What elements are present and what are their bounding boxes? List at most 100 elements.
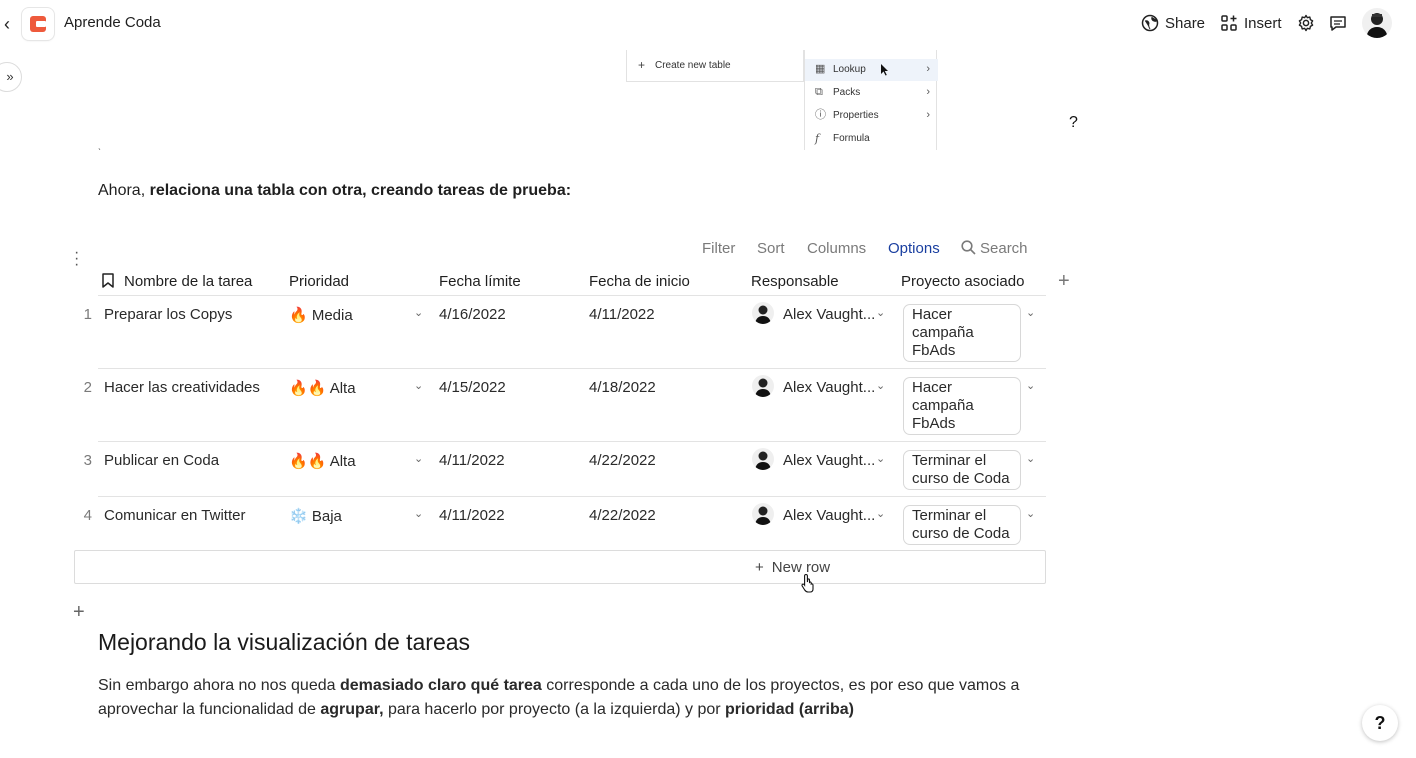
menu-item-properties: ⓘ Properties › bbox=[805, 105, 938, 127]
table-row[interactable]: 1 Preparar los Copys 🔥 Media ⌄ 4/16/2022… bbox=[84, 296, 1046, 369]
column-header[interactable]: Fecha de inicio bbox=[589, 273, 690, 290]
column-header[interactable]: Proyecto asociado bbox=[901, 273, 1024, 290]
chevron-down-icon[interactable]: ⌄ bbox=[414, 306, 423, 319]
priority-select[interactable]: 🔥🔥 Alta bbox=[289, 452, 356, 470]
menu-item-formula: f Formula bbox=[805, 128, 938, 150]
table-row[interactable]: 3 Publicar en Coda 🔥🔥 Alta ⌄ 4/11/2022 4… bbox=[84, 442, 1046, 497]
column-header[interactable]: Fecha límite bbox=[439, 273, 521, 290]
section-heading: Mejorando la visualización de tareas bbox=[98, 629, 471, 655]
table-icon: ▦ bbox=[815, 63, 826, 75]
task-name[interactable]: Hacer las creatividades bbox=[104, 379, 260, 396]
priority-select[interactable]: 🔥🔥 Alta bbox=[289, 379, 356, 397]
intro-bold: relaciona una tabla con otra, creando ta… bbox=[149, 182, 572, 199]
avatar bbox=[752, 448, 774, 470]
columns-button[interactable]: Columns bbox=[807, 240, 866, 257]
section-paragraph: Sin embargo ahora no nos queda demasiado… bbox=[98, 674, 1058, 722]
project-chip[interactable]: Hacer campaña FbAds bbox=[903, 304, 1021, 362]
priority-select[interactable]: 🔥 Media bbox=[289, 306, 353, 324]
chevron-right-icon: › bbox=[926, 63, 930, 75]
menu-item-label: Packs bbox=[833, 87, 861, 98]
grid-plus-icon bbox=[1221, 15, 1237, 31]
info-icon: ⓘ bbox=[815, 109, 826, 121]
paragraph-bold: agrupar, bbox=[320, 701, 384, 718]
owner-name[interactable]: Alex Vaught... bbox=[783, 452, 875, 469]
top-bar: ‹ Aprende Coda Share Insert bbox=[0, 0, 1416, 48]
create-table-item: + Create new table bbox=[626, 50, 804, 82]
settings-button[interactable] bbox=[1297, 14, 1315, 32]
puzzle-icon: ⧉ bbox=[815, 86, 823, 98]
filter-button[interactable]: Filter bbox=[702, 240, 735, 257]
chevron-down-icon[interactable]: ⌄ bbox=[876, 452, 885, 465]
row-number: 3 bbox=[83, 452, 92, 469]
comment-icon bbox=[1330, 16, 1346, 31]
chevron-right-icon: › bbox=[926, 109, 930, 121]
sort-button[interactable]: Sort bbox=[757, 240, 785, 257]
tasks-table: Nombre de la tarea Prioridad Fecha límit… bbox=[74, 266, 1070, 551]
gear-icon bbox=[1298, 14, 1314, 32]
row-number: 1 bbox=[83, 306, 92, 323]
deadline-date[interactable]: 4/15/2022 bbox=[439, 379, 506, 396]
bookmark-icon bbox=[102, 273, 114, 288]
expand-sidebar-icon[interactable]: » bbox=[0, 62, 22, 92]
start-date[interactable]: 4/22/2022 bbox=[589, 452, 656, 469]
project-chip[interactable]: Hacer campaña FbAds bbox=[903, 377, 1021, 435]
project-chip[interactable]: Terminar el curso de Coda bbox=[903, 505, 1021, 545]
row-number: 4 bbox=[83, 507, 92, 524]
chevron-down-icon[interactable]: ⌄ bbox=[414, 507, 423, 520]
start-date[interactable]: 4/22/2022 bbox=[589, 507, 656, 524]
start-date[interactable]: 4/18/2022 bbox=[589, 379, 656, 396]
task-name[interactable]: Publicar en Coda bbox=[104, 452, 219, 469]
paragraph-bold: prioridad (arriba) bbox=[725, 701, 854, 718]
paragraph-bold: demasiado claro qué tarea bbox=[339, 677, 542, 694]
chevron-down-icon[interactable]: ⌄ bbox=[414, 379, 423, 392]
menu-item-label: Lookup bbox=[833, 64, 866, 75]
chevron-down-icon[interactable]: ⌄ bbox=[876, 379, 885, 392]
deadline-date[interactable]: 4/11/2022 bbox=[439, 452, 505, 469]
chevron-down-icon[interactable]: ⌄ bbox=[414, 452, 423, 465]
share-label: Share bbox=[1165, 14, 1206, 32]
pointer-cursor-icon bbox=[881, 64, 889, 79]
chevron-down-icon[interactable]: ⌄ bbox=[1026, 507, 1035, 520]
share-button[interactable]: Share bbox=[1141, 14, 1205, 32]
plus-icon: + bbox=[755, 559, 764, 576]
back-chevron-icon[interactable]: ‹ bbox=[4, 14, 18, 34]
search-button[interactable]: Search bbox=[961, 240, 1028, 257]
comments-button[interactable] bbox=[1329, 14, 1347, 32]
chevron-down-icon[interactable]: ⌄ bbox=[876, 306, 885, 319]
project-chip[interactable]: Terminar el curso de Coda bbox=[903, 450, 1021, 490]
menu-item-label: Properties bbox=[833, 110, 879, 121]
insert-label: Insert bbox=[1244, 14, 1282, 32]
paragraph-text: para hacerlo por proyecto (a la izquierd… bbox=[383, 701, 726, 718]
table-header: Nombre de la tarea Prioridad Fecha límit… bbox=[98, 266, 1070, 296]
chevron-down-icon[interactable]: ⌄ bbox=[876, 507, 885, 520]
chevron-down-icon[interactable]: ⌄ bbox=[1026, 306, 1035, 319]
chevron-down-icon[interactable]: ⌄ bbox=[1026, 379, 1035, 392]
insert-button[interactable]: Insert bbox=[1220, 14, 1282, 32]
start-date[interactable]: 4/11/2022 bbox=[589, 306, 655, 323]
doc-title[interactable]: Aprende Coda bbox=[64, 14, 161, 31]
chevron-down-icon[interactable]: ⌄ bbox=[1026, 452, 1035, 465]
add-column-icon[interactable]: + bbox=[1058, 270, 1070, 293]
table-row[interactable]: 4 Comunicar en Twitter ❄️ Baja ⌄ 4/11/20… bbox=[84, 497, 1046, 551]
user-avatar[interactable] bbox=[1362, 8, 1392, 38]
row-number: 2 bbox=[83, 379, 92, 396]
help-button[interactable]: ? bbox=[1362, 705, 1398, 741]
options-button[interactable]: Options bbox=[888, 240, 940, 257]
task-name[interactable]: Preparar los Copys bbox=[104, 306, 232, 323]
intro-text: Ahora, relaciona una tabla con otra, cre… bbox=[98, 182, 571, 200]
add-block-icon[interactable]: + bbox=[73, 601, 85, 624]
owner-name[interactable]: Alex Vaught... bbox=[783, 379, 875, 396]
coda-logo-icon[interactable] bbox=[22, 8, 54, 40]
deadline-date[interactable]: 4/16/2022 bbox=[439, 306, 506, 323]
owner-name[interactable]: Alex Vaught... bbox=[783, 507, 875, 524]
owner-name[interactable]: Alex Vaught... bbox=[783, 306, 875, 323]
task-name[interactable]: Comunicar en Twitter bbox=[104, 507, 245, 524]
column-header[interactable]: Responsable bbox=[751, 273, 839, 290]
table-row[interactable]: 2 Hacer las creatividades 🔥🔥 Alta ⌄ 4/15… bbox=[84, 369, 1046, 442]
column-header[interactable]: Prioridad bbox=[289, 273, 349, 290]
new-row-button[interactable]: + New row bbox=[74, 550, 1046, 584]
avatar bbox=[752, 302, 774, 324]
priority-select[interactable]: ❄️ Baja bbox=[289, 507, 342, 525]
deadline-date[interactable]: 4/11/2022 bbox=[439, 507, 505, 524]
column-header[interactable]: Nombre de la tarea bbox=[124, 273, 252, 290]
